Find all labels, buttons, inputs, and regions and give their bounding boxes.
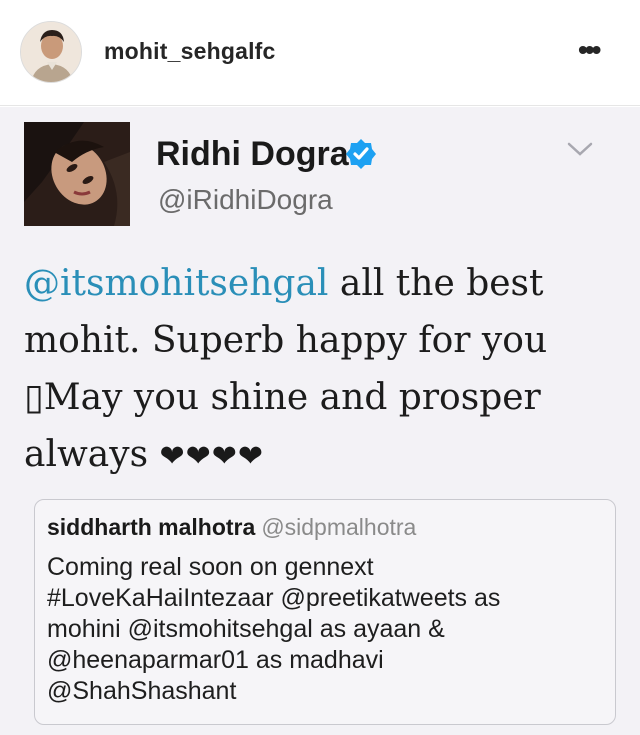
quoted-line: Coming real soon on gennext: [47, 553, 374, 581]
quoted-tweet[interactable]: siddharth malhotra @sidpmalhotra Coming r…: [34, 499, 616, 725]
chevron-down-icon[interactable]: [566, 139, 594, 159]
more-horizontal-icon[interactable]: •••: [578, 36, 614, 64]
quoted-author: siddharth malhotra @sidpmalhotra: [47, 514, 416, 541]
post-image: Ridhi Dogra @iRidhiDogra @itsmohitsehgal…: [0, 107, 640, 735]
tweet-avatar: [24, 122, 130, 226]
tweet-author-name[interactable]: Ridhi Dogra: [156, 135, 349, 174]
hearts-emoji: ❤❤❤❤: [159, 439, 265, 474]
post-header: mohit_sehgalfc •••: [0, 0, 640, 106]
quoted-line: @heenaparmar01 as madhavi: [47, 646, 384, 674]
profile-avatar[interactable]: [20, 21, 82, 83]
username[interactable]: mohit_sehgalfc: [104, 38, 276, 65]
quoted-author-name: siddharth malhotra: [47, 514, 256, 540]
quoted-line: mohini @itsmohitsehgal as ayaan &: [47, 615, 445, 643]
tweet-author-handle[interactable]: @iRidhiDogra: [158, 184, 333, 216]
verified-badge-icon: [346, 139, 376, 169]
quoted-author-handle: @sidpmalhotra: [261, 514, 417, 540]
tweet-text: @itsmohitsehgal all the best mohit. Supe…: [24, 255, 624, 485]
quoted-tweet-text: Coming real soon on gennext #LoveKaHaiIn…: [47, 552, 603, 707]
quoted-line: #LoveKaHaiIntezaar @preetikatweets as: [47, 584, 501, 612]
tweet-mention[interactable]: @itsmohitsehgal: [24, 263, 328, 304]
quoted-line: @ShahShashant: [47, 677, 237, 705]
